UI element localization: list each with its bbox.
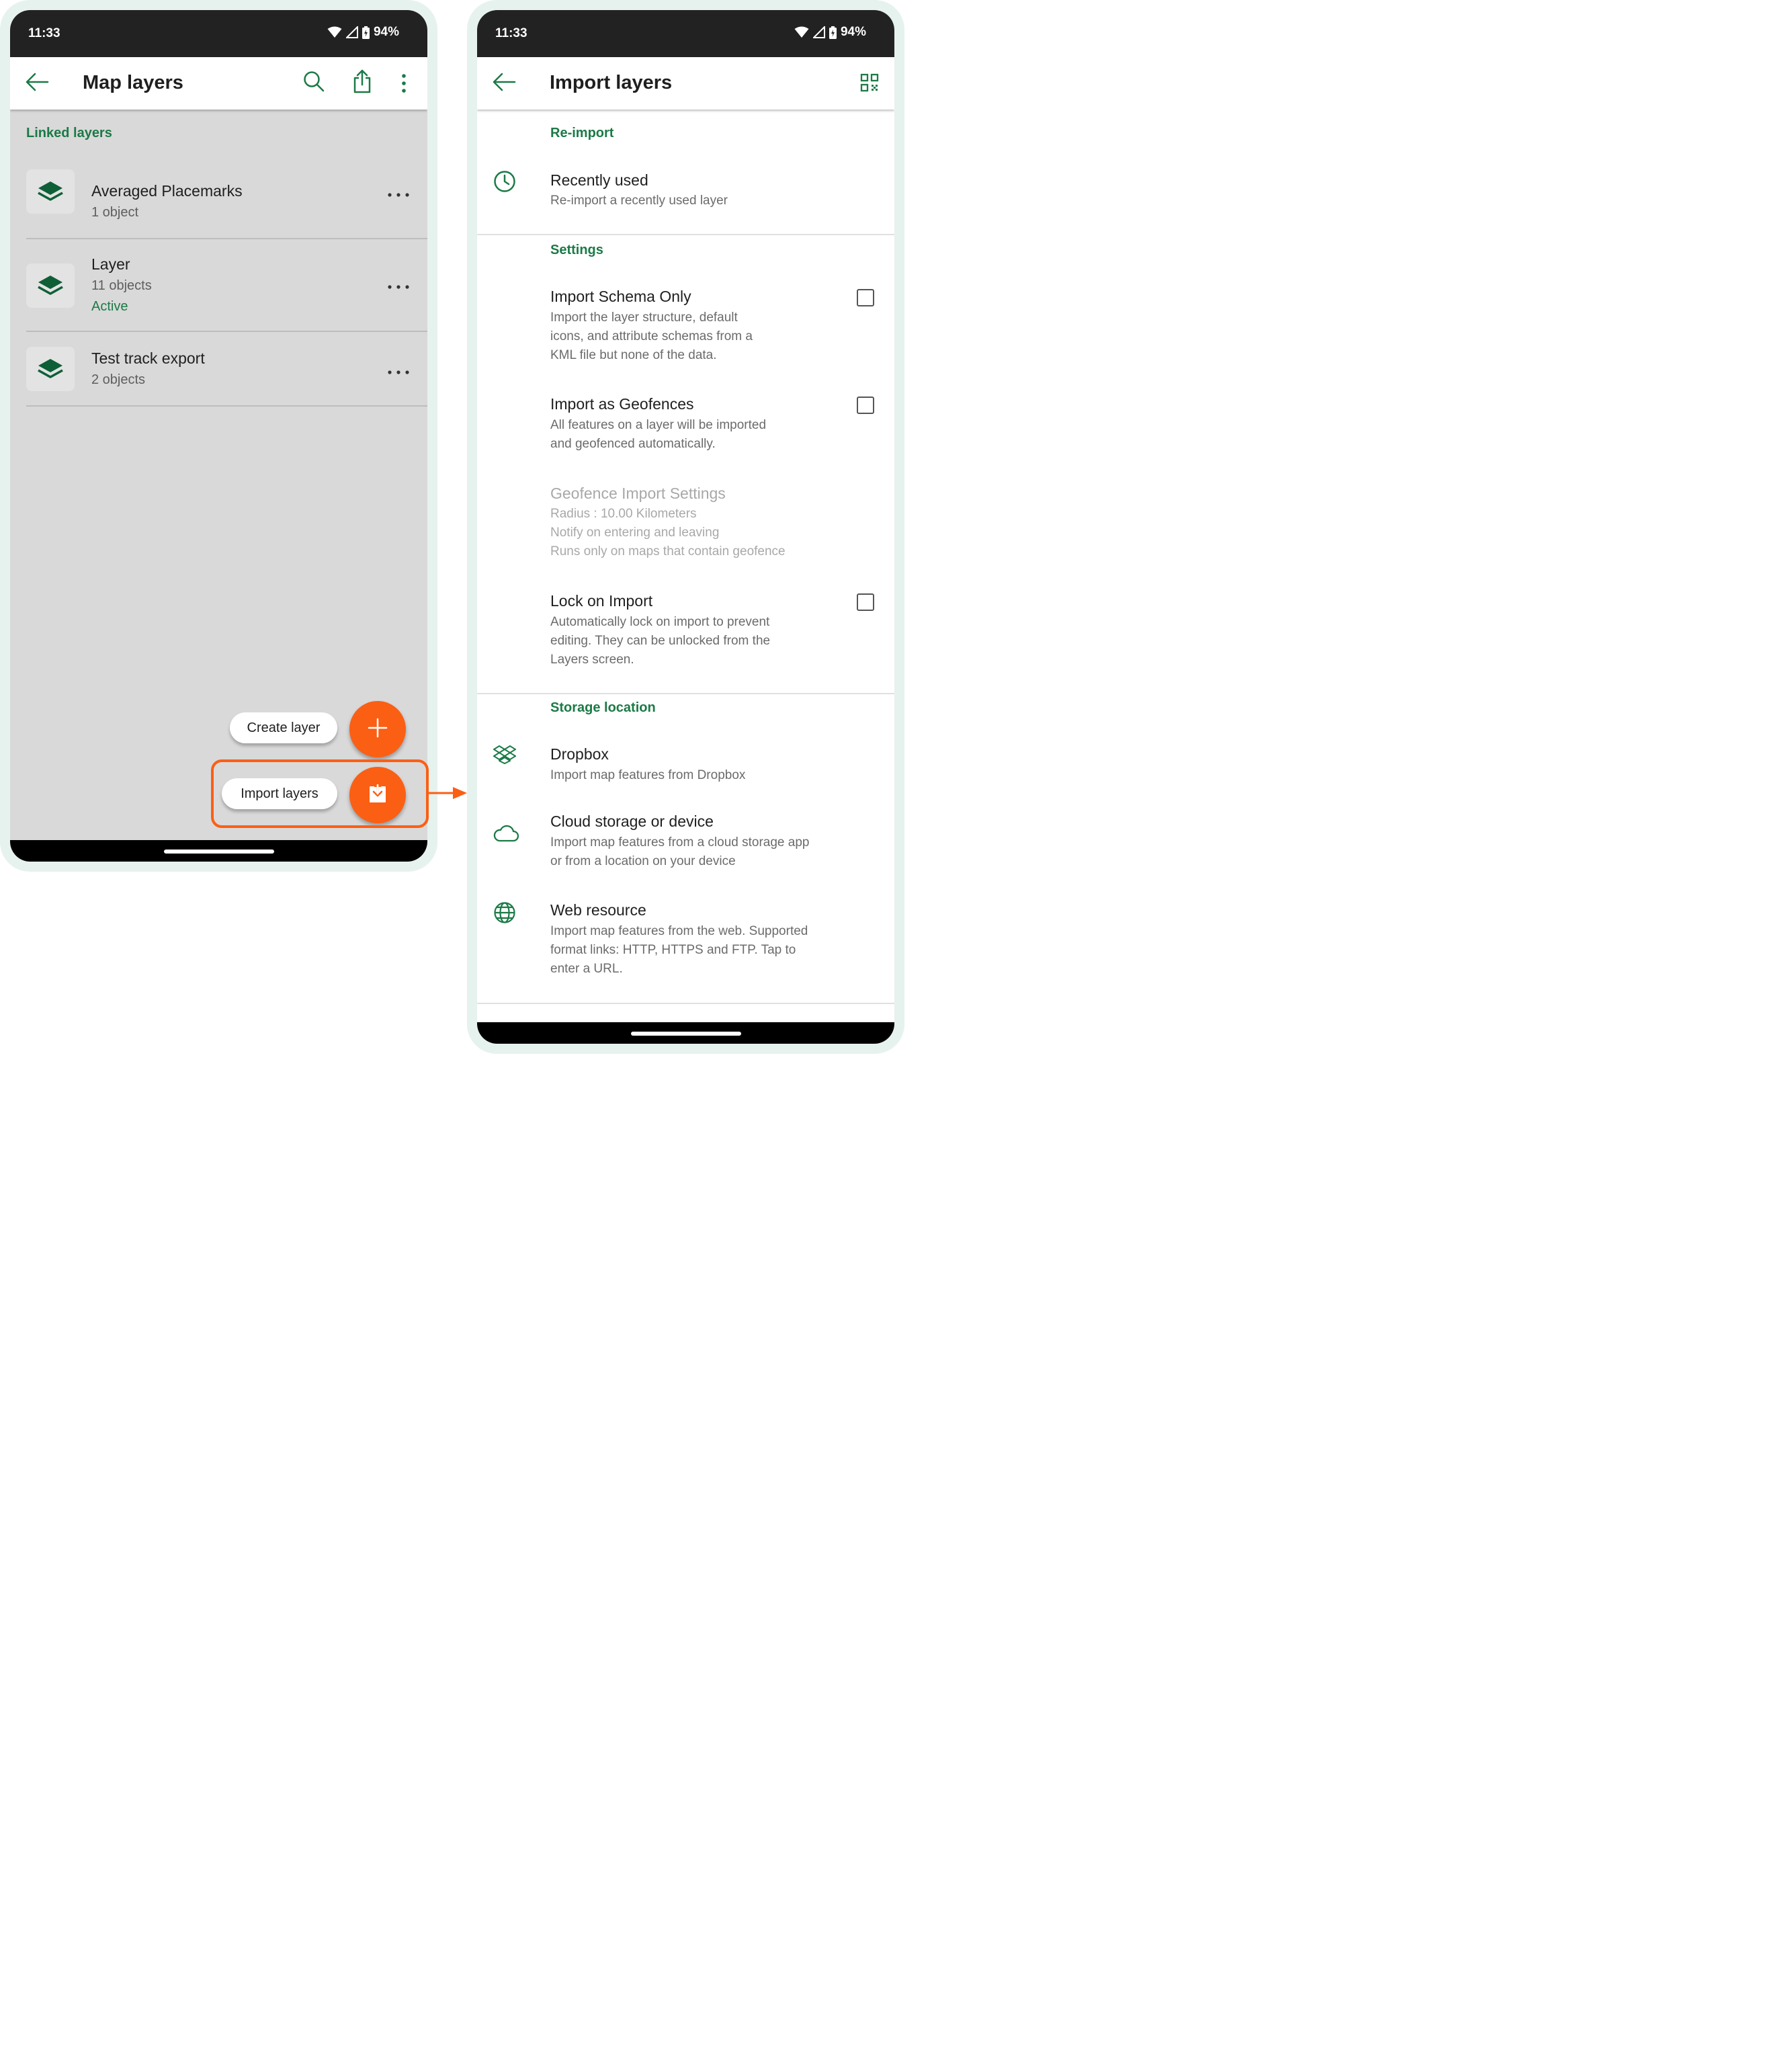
clock-icon: [493, 170, 516, 196]
section-header-reimport: Re-import: [550, 126, 614, 140]
app-bar: Import layers: [477, 57, 894, 110]
signal-icon: [812, 26, 825, 38]
create-layer-label[interactable]: Create layer: [230, 712, 337, 743]
web-resource-subtitle-2: format links: HTTP, HTTPS and FTP. Tap t…: [550, 943, 796, 957]
status-time: 11:33: [495, 26, 527, 40]
section-header-storage: Storage location: [550, 700, 656, 715]
dropbox-title: Dropbox: [550, 745, 609, 763]
web-resource-subtitle-3: enter a URL.: [550, 962, 623, 976]
import-schema-title: Import Schema Only: [550, 288, 691, 305]
status-bar: 11:33 94%: [10, 10, 427, 57]
gesture-nav-bar: [477, 1022, 894, 1044]
more-horizontal-icon[interactable]: [387, 366, 410, 378]
lock-on-import-subtitle-2: editing. They can be unlocked from the: [550, 634, 771, 648]
lock-on-import-subtitle-1: Automatically lock on import to prevent: [550, 615, 770, 629]
geofence-settings-notify: Notify on entering and leaving: [550, 526, 720, 540]
battery-icon: [362, 26, 370, 39]
plus-icon: [368, 718, 388, 741]
layer-name: Averaged Placemarks: [91, 182, 243, 200]
create-layer-button[interactable]: [349, 701, 406, 757]
right-phone-frame: 11:33 94% Import layers Re-import Recent…: [467, 0, 904, 1054]
battery-percent: 94%: [373, 25, 399, 39]
web-resource-subtitle-1: Import map features from the web. Suppor…: [550, 924, 808, 938]
gesture-nav-bar: [10, 840, 427, 862]
wifi-icon: [794, 26, 809, 38]
divider: [26, 405, 427, 407]
home-indicator[interactable]: [630, 1032, 741, 1036]
cloud-icon: [493, 825, 519, 845]
layer-row[interactable]: Layer 11 objects Active: [26, 252, 427, 330]
dropbox-subtitle: Import map features from Dropbox: [550, 768, 746, 782]
import-schema-checkbox[interactable]: [857, 289, 874, 306]
lock-on-import-checkbox[interactable]: [857, 593, 874, 611]
layer-active-status: Active: [91, 299, 128, 314]
right-screen: 11:33 94% Import layers Re-import Recent…: [477, 10, 894, 1044]
import-geofences-subtitle-2: and geofenced automatically.: [550, 437, 716, 451]
import-schema-subtitle-1: Import the layer structure, default: [550, 310, 738, 325]
signal-icon: [345, 26, 358, 38]
layers-icon: [26, 263, 75, 308]
more-vertical-icon[interactable]: [401, 73, 407, 97]
lock-on-import-subtitle-3: Layers screen.: [550, 653, 634, 667]
page-title: Map layers: [83, 72, 183, 93]
more-horizontal-icon[interactable]: [387, 189, 410, 201]
battery-icon: [829, 26, 837, 39]
layer-count: 2 objects: [91, 372, 146, 387]
import-schema-subtitle-2: icons, and attribute schemas from a: [550, 329, 753, 343]
import-schema-subtitle-3: KML file but none of the data.: [550, 348, 717, 362]
globe-icon: [493, 901, 516, 927]
layers-icon: [26, 169, 75, 214]
geofence-settings-scope: Runs only on maps that contain geofence: [550, 544, 786, 558]
recently-used-subtitle: Re-import a recently used layer: [550, 194, 728, 208]
section-header-settings: Settings: [550, 243, 603, 257]
arrow-right-icon: [429, 786, 468, 804]
status-time: 11:33: [28, 26, 60, 40]
divider: [477, 693, 894, 694]
layer-count: 11 objects: [91, 278, 152, 293]
left-phone-frame: 11:33 94% Map layers Linked layers Avera…: [0, 0, 437, 872]
layer-row[interactable]: Averaged Placemarks 1 object: [26, 169, 427, 236]
home-indicator[interactable]: [163, 849, 274, 854]
geofence-settings-radius: Radius : 10.00 Kilometers: [550, 507, 697, 521]
back-arrow-icon[interactable]: [492, 72, 516, 95]
lock-on-import-title: Lock on Import: [550, 592, 653, 610]
battery-percent: 94%: [840, 25, 866, 39]
app-bar: Map layers: [10, 57, 427, 110]
layers-list: Linked layers Averaged Placemarks 1 obje…: [10, 110, 427, 840]
layers-icon: [26, 347, 75, 391]
divider: [26, 238, 427, 239]
status-bar: 11:33 94%: [477, 10, 894, 57]
web-resource-title: Web resource: [550, 901, 646, 919]
import-geofences-title: Import as Geofences: [550, 395, 694, 413]
cloud-storage-subtitle-1: Import map features from a cloud storage…: [550, 835, 810, 849]
left-screen: 11:33 94% Map layers Linked layers Avera…: [10, 10, 427, 862]
import-geofences-checkbox[interactable]: [857, 397, 874, 414]
cloud-storage-subtitle-2: or from a location on your device: [550, 854, 736, 868]
share-icon[interactable]: [353, 69, 372, 97]
wifi-icon: [327, 26, 342, 38]
more-horizontal-icon[interactable]: [387, 281, 410, 293]
geofence-settings-title: Geofence Import Settings: [550, 485, 726, 502]
divider: [477, 234, 894, 235]
back-arrow-icon[interactable]: [25, 72, 49, 95]
page-title: Import layers: [550, 72, 673, 93]
layer-name: Test track export: [91, 349, 205, 367]
layer-row[interactable]: Test track export 2 objects: [26, 346, 427, 407]
layer-count: 1 object: [91, 205, 139, 220]
layer-name: Layer: [91, 255, 130, 273]
section-header-linked: Linked layers: [26, 126, 112, 140]
cloud-storage-title: Cloud storage or device: [550, 813, 714, 830]
dropbox-icon: [493, 745, 516, 768]
recently-used-title: Recently used: [550, 171, 648, 189]
import-options-list: Re-import Recently used Re-import a rece…: [477, 110, 894, 1022]
qr-code-icon[interactable]: [860, 73, 879, 95]
search-icon[interactable]: [303, 71, 325, 97]
import-geofences-subtitle-1: All features on a layer will be imported: [550, 418, 767, 432]
import-highlight-box: [211, 759, 429, 828]
divider: [26, 331, 427, 332]
divider: [477, 1003, 894, 1004]
